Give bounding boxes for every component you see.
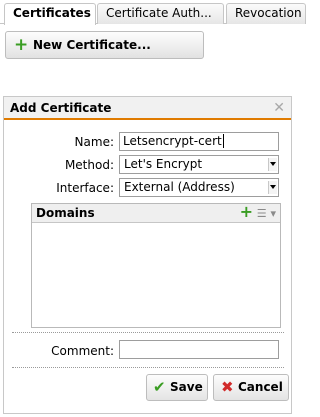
method-value: Let's Encrypt (124, 157, 203, 171)
method-select[interactable]: Let's Encrypt (119, 155, 279, 174)
name-value: Letsencrypt-cert (123, 134, 222, 148)
tab-revocation[interactable]: Revocation (226, 3, 306, 24)
name-field[interactable]: Letsencrypt-cert (119, 132, 279, 151)
tab-certificate-authorities[interactable]: Certificate Auth... (97, 3, 224, 24)
text-cursor (222, 134, 224, 148)
list-icon[interactable]: ☰ ▾ (257, 205, 276, 223)
close-icon[interactable]: ✕ (273, 97, 285, 119)
plus-icon[interactable]: + (240, 204, 253, 220)
interface-label: Interface: (56, 181, 114, 195)
checkmark-icon: ✔ (153, 378, 166, 396)
plus-icon: + (14, 35, 29, 55)
save-button[interactable]: ✔ Save (146, 374, 208, 401)
divider (12, 332, 284, 333)
divider (12, 367, 284, 368)
comment-field[interactable] (119, 340, 279, 359)
tab-certificates[interactable]: Certificates (4, 3, 96, 25)
interface-value: External (Address) (124, 180, 235, 194)
tab-bar: Certificates Certificate Auth... Revocat… (0, 0, 306, 25)
comment-label: Comment: (51, 344, 114, 358)
save-label: Save (170, 380, 203, 394)
tab-label: Revocation (235, 6, 302, 20)
interface-select[interactable]: External (Address) (119, 178, 279, 197)
chevron-down-icon (268, 158, 277, 171)
tab-label: Certificate Auth... (106, 6, 212, 20)
method-label: Method: (64, 158, 114, 172)
x-icon: ✖ (221, 378, 234, 396)
cancel-button[interactable]: ✖ Cancel (213, 374, 289, 401)
tab-label: Certificates (13, 6, 91, 20)
add-certificate-dialog: Add Certificate ✕ Name: Letsencrypt-cert… (3, 96, 292, 414)
dialog-header: Add Certificate ✕ (4, 97, 291, 120)
new-certificate-label: New Certificate... (33, 38, 151, 52)
domains-panel: Domains + ☰ ▾ (31, 203, 281, 328)
domains-title: Domains (36, 206, 95, 220)
domains-list[interactable] (32, 223, 280, 327)
new-certificate-button[interactable]: + New Certificate... (5, 31, 204, 59)
name-label: Name: (74, 135, 114, 149)
chevron-down-icon (268, 181, 277, 194)
dialog-title: Add Certificate (10, 101, 112, 115)
cancel-label: Cancel (238, 380, 283, 394)
domains-header: Domains + ☰ ▾ (32, 204, 280, 223)
